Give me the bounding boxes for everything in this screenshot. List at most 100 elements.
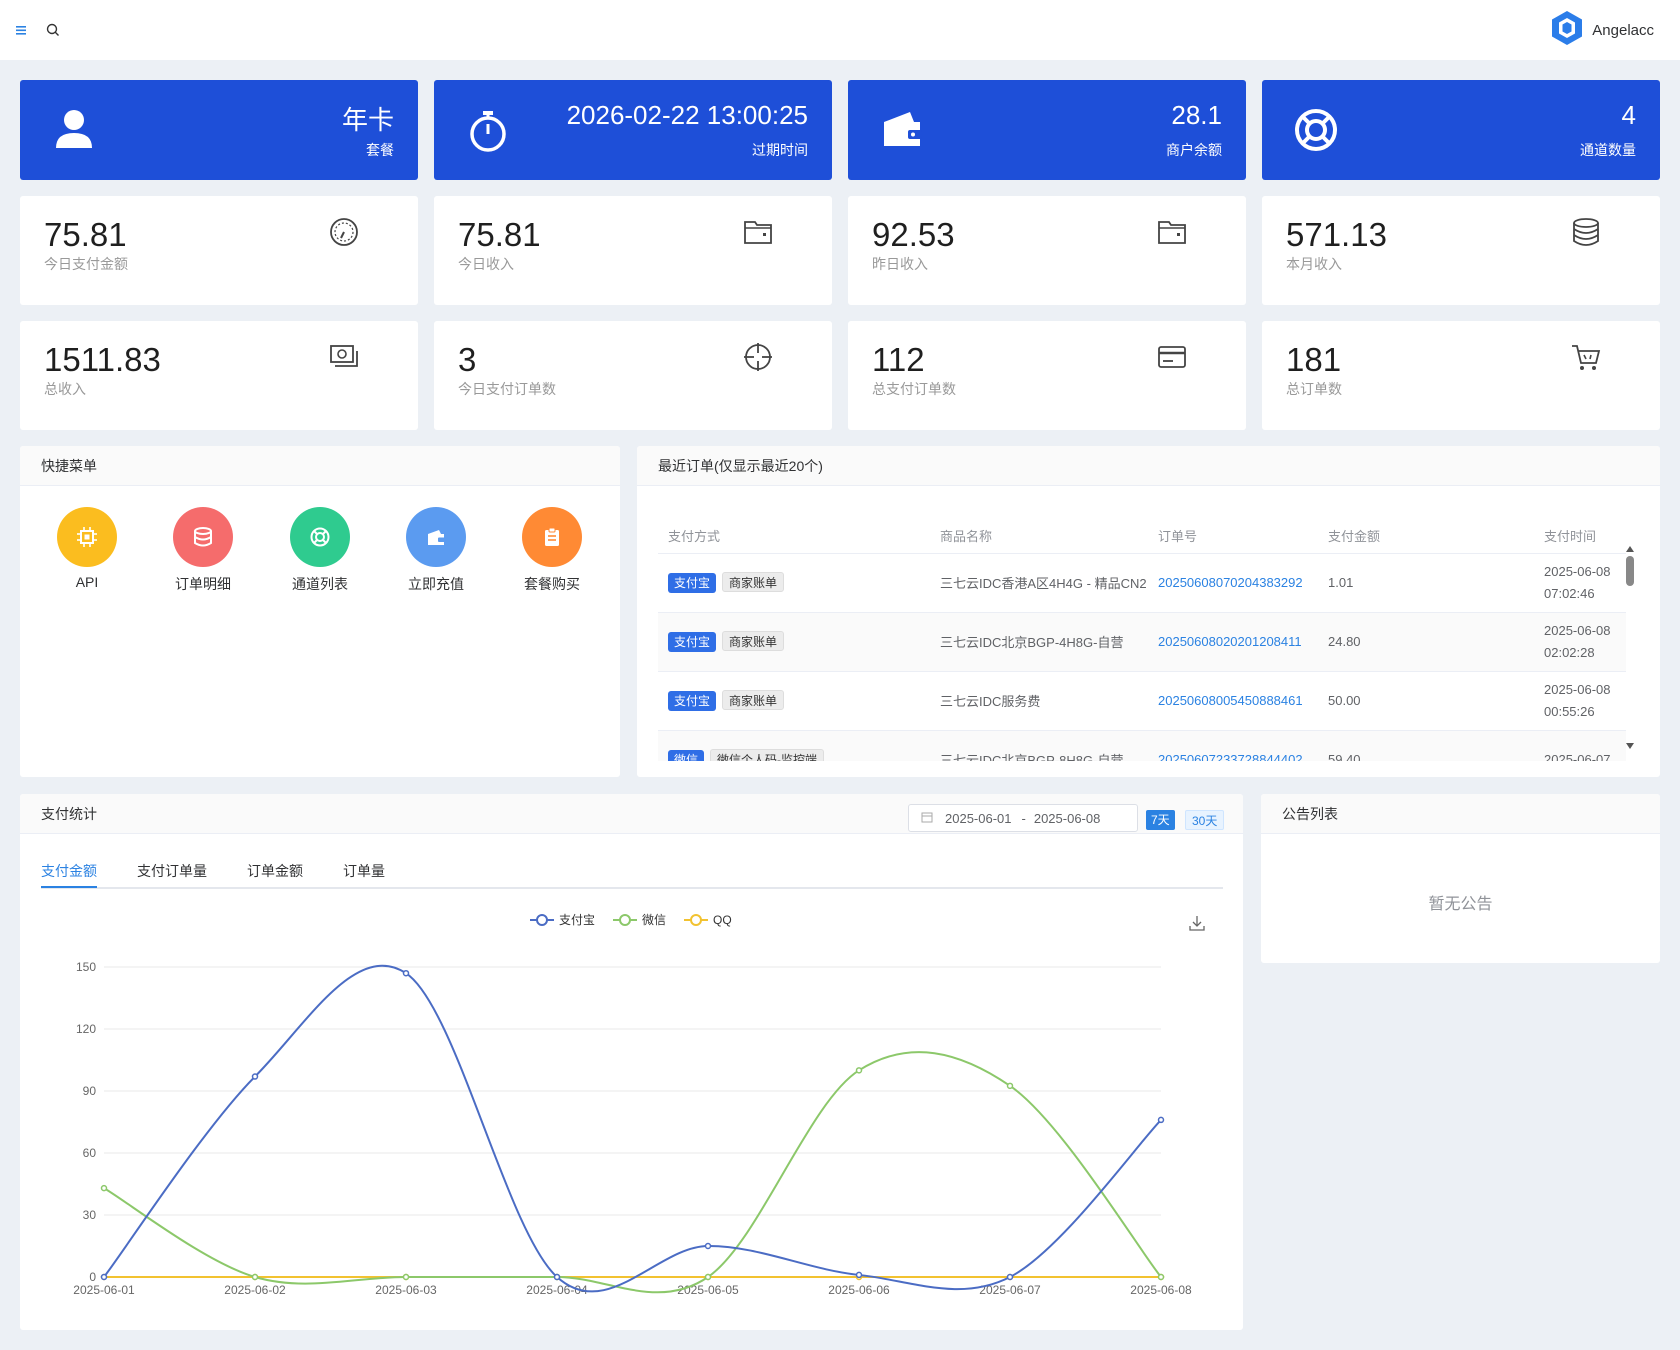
balance-card: 28.1 商户余额 [848,80,1246,180]
data-point [855,1273,863,1281]
column-header: 订单号 [1148,518,1318,554]
gauge-icon [328,216,360,248]
amount: 59.40 [1318,730,1534,761]
channel-count-card: 4 通道数量 [1262,80,1660,180]
order-number-link[interactable]: 20250608020201208411 [1158,634,1302,649]
y-tick-label: 60 [83,1146,97,1160]
username: Angelacc [1592,21,1654,39]
stat-label: 今日支付订单数 [458,381,556,397]
recent-orders-panel: 最近订单(仅显示最近20个) 支付方式 商品名称 订单号 支付金额 支付时间 支… [637,446,1660,777]
data-point [704,1273,712,1281]
date-range-picker[interactable]: 2025-06-01 - 2025-06-08 [908,804,1138,832]
tab-order-count[interactable]: 订单量 [343,861,385,881]
data-point [402,1273,410,1281]
channel-count-label: 通道数量 [1580,142,1636,158]
quick-order-detail[interactable]: 订单明细 [171,507,235,594]
order-number-link[interactable]: 20250607233728844402 [1158,752,1303,761]
pay-date: 2025-06-08 [1544,622,1611,638]
range-30d-button[interactable]: 30天 [1185,810,1225,830]
x-tick-label: 2025-06-08 [1130,1283,1192,1297]
data-point [100,1273,108,1281]
tab-pay-amount[interactable]: 支付金额 [41,861,97,888]
scrollbar-thumb[interactable] [1626,556,1634,586]
stat-value: 3 [458,341,477,378]
scrollbar[interactable] [1625,546,1635,761]
chip-icon [57,507,117,567]
method-tag: 支付宝 [668,691,717,711]
scroll-up-icon[interactable] [1626,546,1634,552]
series-line [103,1051,1162,1294]
data-point [855,1271,863,1279]
legend-marker [619,914,631,926]
range-7d-button[interactable]: 7天 [1146,810,1175,830]
legend-marker [690,914,702,926]
stat-value: 92.53 [872,216,955,253]
pay-date: 2025-06-08 [1544,563,1611,579]
panel-title: 公告列表 [1261,794,1660,834]
empty-notice-text: 暂无公告 [1428,896,1493,913]
x-tick-label: 2025-06-07 [979,1283,1041,1297]
data-point [704,1273,712,1281]
x-tick-label: 2025-06-05 [677,1283,739,1297]
data-point [1157,1273,1165,1281]
column-header: 商品名称 [930,518,1148,554]
stat-label: 今日支付金额 [44,256,128,272]
pay-date: 2025-06-08 [1544,681,1611,697]
method-tag: 支付宝 [668,632,717,652]
order-number-link[interactable]: 20250608005450888461 [1158,693,1303,708]
stat-label: 总收入 [44,381,86,397]
notices-panel: 公告列表 暂无公告 [1261,794,1660,963]
menu-icon[interactable] [12,20,32,40]
legend-label: 微信 [642,913,666,927]
stat-label: 总订单数 [1286,381,1342,397]
orders-table: 支付方式 商品名称 订单号 支付金额 支付时间 支付宝 商家账单 三七云IDC香港… [658,518,1626,761]
cart-icon [1570,341,1602,373]
quick-api[interactable]: API [55,507,119,590]
y-tick-label: 150 [76,960,96,974]
amount: 50.00 [1318,671,1534,731]
panel-title: 快捷菜单 [20,446,620,486]
quick-menu-panel: 快捷菜单 [20,446,620,777]
pay-time: 00:55:26 [1544,703,1595,719]
table-header-row: 支付方式 商品名称 订单号 支付金额 支付时间 [658,518,1626,554]
x-tick-label: 2025-06-04 [526,1283,588,1297]
stat-label: 总支付订单数 [872,381,956,397]
scroll-down-icon[interactable] [1626,743,1634,749]
orders-scroll-area[interactable]: 支付方式 商品名称 订单号 支付金额 支付时间 支付宝 商家账单 三七云IDC香港… [637,518,1647,761]
data-point [704,1242,712,1250]
tab-order-amount[interactable]: 订单金额 [247,861,303,881]
folder-icon [1156,216,1188,248]
stat-value: 75.81 [458,216,541,253]
product-name: 三七云IDC北京BGP-4H8G-自营 [930,612,1148,672]
month-income-card: 571.13 本月收入 [1262,196,1660,305]
download-icon[interactable] [1188,914,1206,937]
data-point [1157,1116,1165,1124]
order-number-link[interactable]: 20250608070204383292 [1158,575,1303,590]
stat-value: 1511.83 [44,341,161,378]
quick-recharge[interactable]: 立即充值 [404,507,468,594]
data-point [100,1184,108,1192]
quick-channel-list[interactable]: 通道列表 [288,507,352,594]
quick-buy-plan[interactable]: 套餐购买 [520,507,584,594]
total-orders-card: 181 总订单数 [1262,321,1660,430]
product-name: 三七云IDC香港A区4H4G - 精品CN2 [930,553,1148,613]
x-tick-label: 2025-06-03 [375,1283,437,1297]
amount: 24.80 [1318,612,1534,672]
balance-label: 商户余额 [1166,142,1222,158]
data-point [402,1273,410,1281]
channel-tag: 微信个人码-监控端 [710,749,825,761]
today-pay-amount-card: 75.81 今日支付金额 [20,196,418,305]
y-tick-label: 30 [83,1208,97,1222]
x-tick-label: 2025-06-06 [828,1283,890,1297]
data-point [1157,1273,1165,1281]
quick-label: 通道列表 [292,576,348,592]
x-tick-label: 2025-06-02 [224,1283,286,1297]
balance-value: 28.1 [1171,100,1222,130]
data-point [553,1273,561,1281]
data-point [855,1067,863,1074]
search-icon[interactable] [43,20,63,40]
user-menu[interactable]: Angelacc [1550,8,1654,52]
card-icon [1156,341,1188,373]
tab-pay-orders[interactable]: 支付订单量 [137,861,207,881]
stat-value: 571.13 [1286,216,1387,253]
